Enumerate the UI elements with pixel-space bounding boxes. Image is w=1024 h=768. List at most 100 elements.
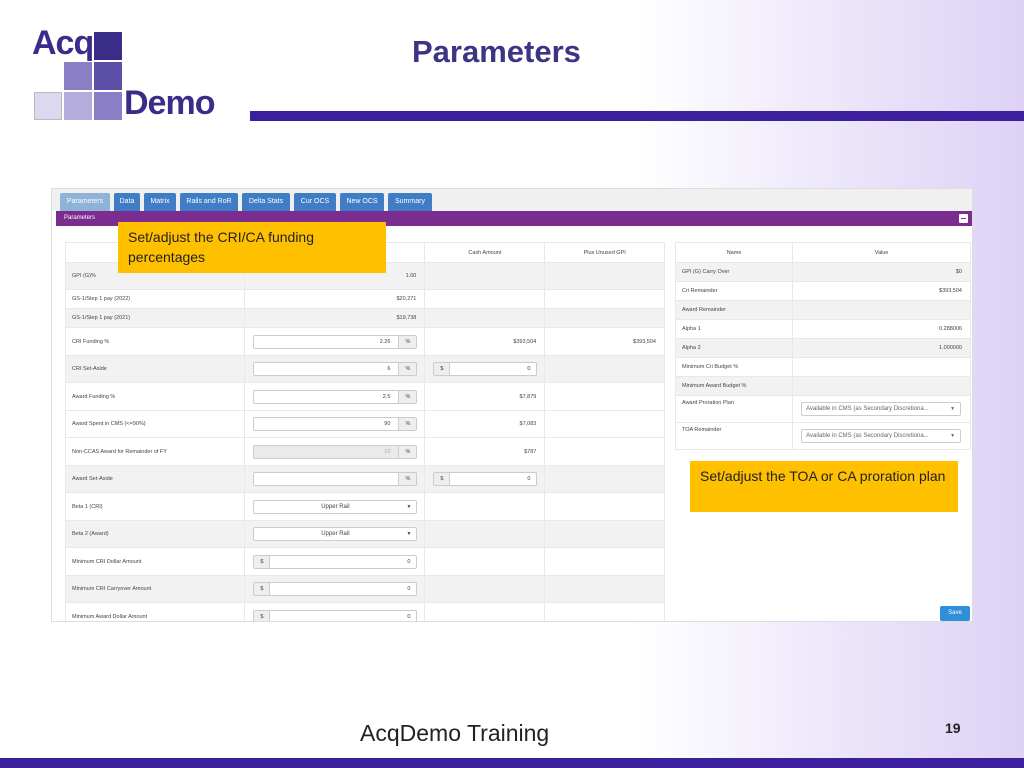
logo-square (64, 62, 92, 90)
logo-square (94, 32, 122, 60)
cri-set-aside-input[interactable]: 6% (253, 362, 418, 376)
logo-square (94, 92, 122, 120)
min-award-dollar-input[interactable]: $0 (253, 609, 418, 621)
table-header: Plus Unused GPI (544, 242, 665, 263)
row-label: GS-1/Step 1 pay (2021) (64, 308, 246, 328)
cash-amount: $393,504 (424, 327, 546, 356)
min-cri-carryover-input[interactable]: $0 (253, 582, 418, 596)
table-row: CRI Set-Aside 6% $0 (64, 355, 665, 383)
chevron-down-icon: ▼ (950, 406, 956, 412)
tab-delta-stats[interactable]: Delta Stats (242, 193, 290, 211)
row-value (792, 376, 971, 396)
row-label: Beta 2 (Award) (64, 520, 246, 548)
results-table: Name Value GPI (G) Carry Over $0 Cri Rem… (674, 242, 971, 450)
table-row: Beta 1 (CRI) Upper Rail ▼ (64, 492, 665, 521)
table-header: Cash Amount (424, 242, 546, 263)
panel-title: Parameters (64, 215, 96, 221)
plus-unused-gpi: $393,504 (544, 327, 665, 356)
award-set-aside-dollar-input[interactable]: $0 (433, 472, 538, 486)
callout-toa-proration: Set/adjust the TOA or CA proration plan (690, 461, 958, 512)
logo-square (34, 92, 62, 120)
table-row: Non-CCAS Award for Remainder of FY 10% $… (64, 437, 665, 466)
cash-amount: $787 (424, 437, 546, 466)
tab-summary[interactable]: Summary (388, 193, 432, 211)
row-value: 0.288006 (792, 319, 971, 339)
logo-square (64, 92, 92, 120)
toa-remainder-select[interactable]: Available in CMS (as Secondary Discretio… (801, 429, 962, 443)
award-proration-select[interactable]: Available in CMS (as Secondary Discretio… (801, 402, 962, 416)
row-value: $393,504 (792, 281, 971, 301)
row-label: Alpha 1 (674, 319, 794, 339)
row-value: $0 (792, 262, 971, 282)
callout-cri-funding: Set/adjust the CRI/CA funding percentage… (118, 222, 386, 273)
row-label: Minimum CRI Carryover Amount (64, 575, 246, 603)
row-value: $19,738 (244, 308, 426, 328)
chevron-down-icon: ▼ (406, 531, 412, 537)
row-label: GPI (G) Carry Over (674, 262, 794, 282)
table-row: GS-1/Step 1 pay (2022) $20,271 (64, 289, 665, 309)
table-row: Minimum CRI Dollar Amount $0 (64, 547, 665, 576)
minimize-icon[interactable] (959, 214, 968, 223)
logo-square (94, 62, 122, 90)
row-value: 1.000000 (792, 338, 971, 358)
row-value (792, 357, 971, 377)
table-row: Award Proration Plan Available in CMS (a… (674, 395, 971, 423)
row-label: Minimum Award Budget % (674, 376, 794, 396)
table-row: Award Remainder (674, 300, 971, 320)
row-label: Cri Remainder (674, 281, 794, 301)
row-label: Non-CCAS Award for Remainder of FY (64, 437, 246, 466)
save-button[interactable]: Save (940, 606, 970, 621)
table-row: CRI Funding % 2.26% $393,504 $393,504 (64, 327, 665, 356)
chevron-down-icon: ▼ (950, 433, 956, 439)
table-row: Cri Remainder $393,504 (674, 281, 971, 301)
table-row: TOA Remainder Available in CMS (as Secon… (674, 422, 971, 450)
page-number: 19 (945, 720, 961, 736)
table-row: Award Set-Aside % $0 (64, 465, 665, 493)
table-row: Minimum Cri Budget % (674, 357, 971, 377)
award-funding-input[interactable]: 2.5% (253, 389, 418, 404)
row-value: $20,271 (244, 289, 426, 309)
row-label: Award Remainder (674, 300, 794, 320)
cri-set-aside-dollar-input[interactable]: $0 (433, 362, 538, 376)
row-label: Alpha 2 (674, 338, 794, 358)
tab-new-ocs[interactable]: New OCS (340, 193, 384, 211)
row-label: TOA Remainder (674, 422, 794, 450)
cri-funding-input[interactable]: 2.26% (253, 334, 418, 349)
beta2-select[interactable]: Upper Rail ▼ (253, 527, 418, 541)
cash-amount: $7,879 (424, 382, 546, 411)
table-row: GPI (G) Carry Over $0 (674, 262, 971, 282)
table-row: Minimum CRI Carryover Amount $0 (64, 575, 665, 603)
parameters-table: Cash Amount Plus Unused GPI GPI (G)% 1.0… (64, 242, 665, 621)
row-label: CRI Set-Aside (64, 355, 246, 383)
row-label: Award Set-Aside (64, 465, 246, 493)
tab-data[interactable]: Data (114, 193, 140, 211)
cash-amount: $7,083 (424, 410, 546, 438)
row-label: GS-1/Step 1 pay (2022) (64, 289, 246, 309)
row-label: Award Proration Plan (674, 395, 794, 423)
footer-text: AcqDemo Training (360, 720, 550, 746)
tab-parameters[interactable]: Parameters (60, 193, 110, 211)
acqdemo-logo: Acq Demo (30, 24, 220, 124)
row-label: Beta 1 (CRI) (64, 492, 246, 521)
row-label: CRI Funding % (64, 327, 246, 356)
row-value (792, 300, 971, 320)
beta1-select[interactable]: Upper Rail ▼ (253, 499, 418, 514)
row-label: Award Spent in CMS (<=90%) (64, 410, 246, 438)
award-spent-input[interactable]: 90% (253, 417, 418, 431)
row-label: Minimum Award Dollar Amount (64, 602, 246, 621)
tab-rails-and-ror[interactable]: Rails and RoR (180, 193, 238, 211)
table-row: GS-1/Step 1 pay (2021) $19,738 (64, 308, 665, 328)
table-row: Award Funding % 2.5% $7,879 (64, 382, 665, 411)
table-row: Alpha 1 0.288006 (674, 319, 971, 339)
bottom-bar (0, 758, 1024, 768)
tab-matrix[interactable]: Matrix (144, 193, 176, 211)
table-header: Name (674, 242, 794, 263)
tab-bar: Parameters Data Matrix Rails and RoR Del… (52, 189, 972, 211)
table-row: Minimum Award Budget % (674, 376, 971, 396)
chevron-down-icon: ▼ (406, 503, 412, 510)
logo-text-bottom: Demo (124, 84, 215, 122)
min-cri-dollar-input[interactable]: $0 (253, 554, 418, 569)
award-set-aside-input[interactable]: % (253, 472, 418, 486)
tab-cur-ocs[interactable]: Cur OCS (294, 193, 336, 211)
slide-title: Parameters (412, 34, 581, 69)
